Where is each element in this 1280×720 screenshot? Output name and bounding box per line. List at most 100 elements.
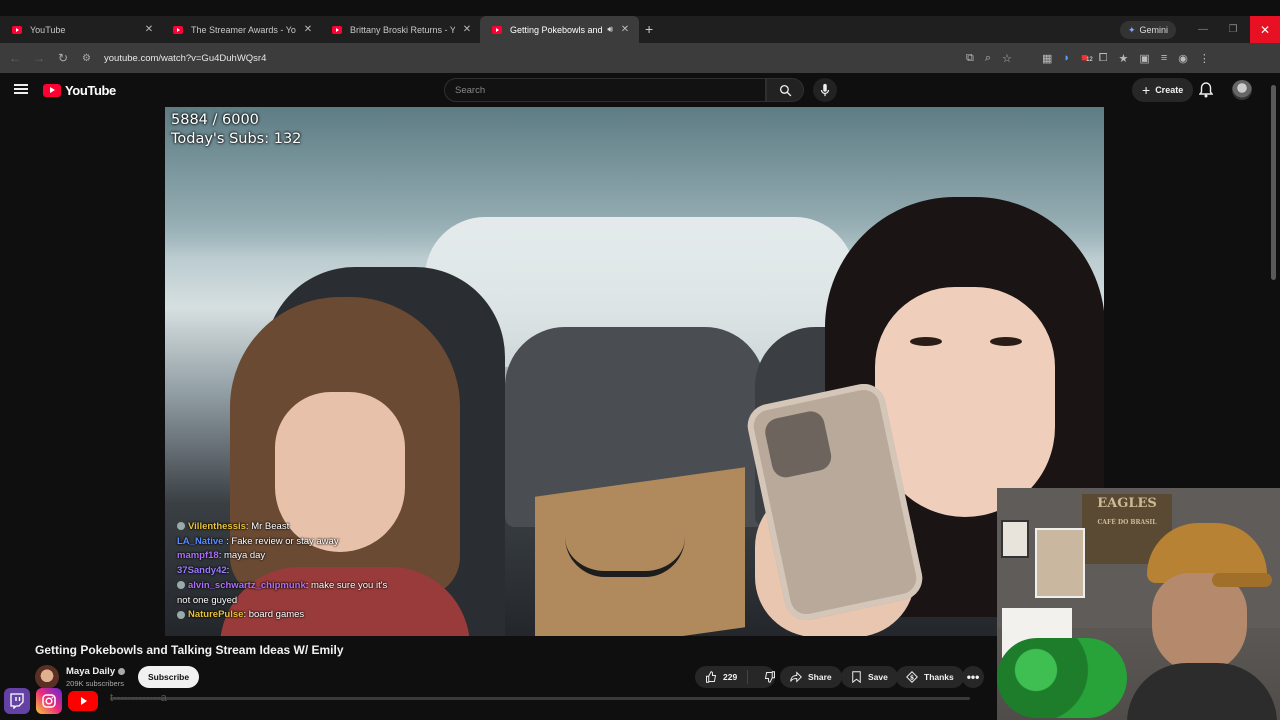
chat-text: board games [248,609,305,621]
account-avatar[interactable] [1232,80,1252,100]
chat-text: maya day [224,550,266,562]
instagram-icon [36,688,62,714]
close-tab-icon[interactable]: ✕ [461,24,473,35]
video-player[interactable]: 5884 / 6000 Today's Subs: 132 Villenthes… [165,107,1104,636]
bookmark-icon [852,671,861,683]
notifications-bell-icon[interactable] [1199,82,1213,98]
puzzle-icon[interactable]: ⧠ [1099,52,1108,65]
chat-overlay: Villenthessis: Mr Beast LA_Native : Fake… [177,520,417,623]
search-button[interactable] [766,78,804,102]
chat-message: Villenthessis: Mr Beast [177,520,417,535]
chat-user: LA_Native [177,535,224,547]
youtube-wordmark: YouTube [65,83,116,98]
thanks-label: Thanks [924,672,954,682]
chat-message: LA_Native : Fake review or stay away [177,535,339,547]
maximize-window-icon[interactable]: ❐ [1218,16,1248,43]
extension-3-icon[interactable]: ■ 12 [1081,52,1093,64]
subscribe-button[interactable]: Subscribe [138,666,200,688]
sign-top-text: EAGLES [1097,496,1157,511]
chat-user: 37Sandy42 [177,565,227,577]
zoom-icon[interactable]: ⌕ [985,52,991,65]
forward-icon[interactable]: → [27,51,51,65]
webcam-overlay: EAGLES CAFÉ DO BRASIL [997,488,1280,720]
page-scrollbar[interactable] [1271,85,1276,280]
search-input[interactable]: Search [444,78,766,102]
microphone-icon [820,83,830,97]
youtube-logo[interactable]: YouTube [43,83,116,98]
chat-badge-icon [177,522,185,531]
youtube-play-icon [43,84,61,97]
hamburger-menu-icon[interactable] [14,84,28,94]
tab-title: YouTube [30,24,66,35]
extension-2-icon[interactable]: ◗ [1063,52,1070,64]
youtube-favicon-icon [173,25,183,34]
close-tab-icon[interactable]: ✕ [143,24,155,35]
verified-check-icon [118,668,126,675]
channel-name-link[interactable]: Maya Daily [66,666,126,677]
bookmark-star-icon[interactable]: ☆ [1002,52,1012,65]
browser-toolbar: ← → ↻ ⚙ youtube.com/watch?v=Gu4DuhWQsr4 … [0,43,1280,73]
youtube-favicon-icon [492,25,502,34]
gemini-button[interactable]: ✦ Gemini [1120,21,1177,39]
tab-streamer-awards[interactable]: The Streamer Awards - YouTube ✕ [161,16,322,43]
svg-text:$: $ [910,674,914,681]
chat-user: NaturePulse [188,609,244,621]
like-button[interactable]: 229 [695,670,749,684]
channel-avatar[interactable] [35,665,59,689]
site-info-icon[interactable]: ⚙ [82,53,96,64]
thanks-button[interactable]: $ Thanks [896,666,964,688]
minimize-window-icon[interactable]: — [1188,16,1218,43]
youtube-header: YouTube Search + Create [0,73,1280,107]
url-text: youtube.com/watch?v=Gu4DuhWQsr4 [104,52,267,64]
extension-1-icon[interactable]: ▦ [1042,52,1052,65]
menu-kebab-icon[interactable]: ⋮ [1199,52,1210,65]
youtube-social-icon [68,691,98,711]
wall-poster [1001,520,1029,558]
install-app-icon[interactable]: ⧉ [966,52,974,65]
chat-message: NaturePulse: board games [177,608,417,623]
new-tab-button[interactable]: + [645,21,653,37]
close-tab-icon[interactable]: ✕ [302,24,314,35]
more-actions-button[interactable]: ••• [962,666,984,688]
description-preview-bar [110,697,970,700]
tab-current-video[interactable]: Getting Pokebowls and Talking 🔊︎ ✕ [480,16,639,43]
share-label: Share [808,672,832,682]
share-icon [790,671,802,683]
save-button[interactable]: Save [841,666,898,688]
twitch-icon [4,688,30,714]
tab-youtube[interactable]: YouTube ✕ [0,16,163,43]
youtube-favicon-icon [332,25,342,34]
omnibox-actions: ⧉ ⌕ ☆ [966,43,1012,73]
like-count: 229 [723,672,738,682]
gemini-label: Gemini [1139,25,1169,35]
subscriber-count: 209K subscribers [66,679,124,688]
plus-icon: + [1142,82,1151,98]
create-button[interactable]: + Create [1132,78,1194,102]
close-tab-icon[interactable]: ✕ [619,24,631,35]
extensions-area: ▦ ◗ ■ 12 ⧠ ★ ▣ ≡ ◉ ⋮ [1042,43,1210,73]
reload-icon[interactable]: ↻ [51,51,75,65]
profile-icon[interactable]: ◉ [1178,52,1188,65]
bookmarks-star-icon[interactable]: ★ [1119,52,1129,65]
voice-search-button[interactable] [813,78,837,102]
youtube-favicon-icon [12,25,22,34]
todays-subs-text: Today's Subs: 132 [171,131,302,147]
wall-poster [1035,528,1085,598]
address-bar[interactable]: ⚙ youtube.com/watch?v=Gu4DuhWQsr4 [82,48,957,68]
tab-brittany-broski[interactable]: Brittany Broski Returns - YouTube ✕ [320,16,481,43]
tab-search-icon[interactable]: ▣ [1139,52,1149,65]
streamer [1127,523,1277,720]
chat-user: Villenthessis [188,521,246,532]
close-window-button[interactable]: ✕ [1250,16,1280,43]
chat-badge-icon [177,610,185,619]
chat-text: Mr Beast [251,521,290,532]
save-label: Save [868,672,888,682]
speaker-icon[interactable]: 🔊︎ [607,24,613,35]
gemini-sparkle-icon: ✦ [1128,24,1136,35]
sub-counter-overlay: 5884 / 6000 Today's Subs: 132 [171,111,301,149]
share-button[interactable]: Share [780,666,842,688]
social-icons-overlay [4,688,98,714]
media-control-icon[interactable]: ≡ [1161,52,1167,64]
back-icon[interactable]: ← [3,51,27,65]
chat-user: alvin_schwartz_chipmunk [188,579,306,591]
